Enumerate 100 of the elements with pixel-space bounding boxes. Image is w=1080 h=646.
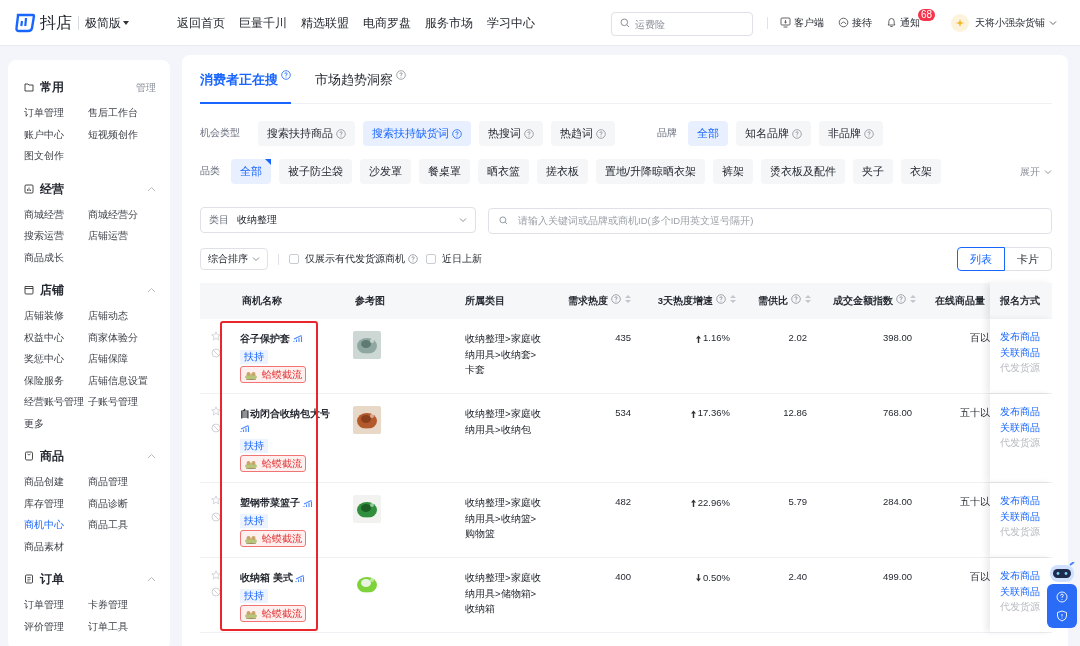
sidebar-item[interactable]: 商机中心	[24, 514, 88, 536]
opportunity-name[interactable]: 塑钢带菜篮子	[240, 497, 300, 509]
signup-link[interactable]: 关联商品	[1000, 583, 1040, 600]
sort-icon[interactable]	[805, 293, 811, 304]
sort-icon[interactable]	[730, 293, 736, 304]
sidebar-item[interactable]: 商城经营	[24, 203, 88, 225]
expand-button[interactable]: 展开	[1020, 164, 1052, 179]
opportunity-name[interactable]: 收纳箱 美式	[240, 572, 293, 584]
star-icon[interactable]	[211, 406, 221, 416]
block-icon[interactable]	[211, 423, 221, 433]
shield-icon[interactable]	[1056, 609, 1068, 622]
search-field[interactable]: 运费险	[611, 12, 753, 36]
collapse-icon[interactable]	[147, 453, 156, 459]
filter-chip[interactable]: 裤架	[713, 159, 754, 184]
collapse-icon[interactable]	[147, 576, 156, 582]
sidebar-item[interactable]: 店铺动态	[88, 305, 158, 327]
header-action[interactable]: 通知	[886, 15, 920, 30]
filter-chip[interactable]: 全部	[688, 121, 728, 146]
sidebar-item[interactable]: 短视频创作	[88, 123, 158, 145]
sort-select[interactable]: 综合排序	[200, 248, 268, 270]
sidebar-item[interactable]: 图文创作	[24, 145, 88, 167]
question-bubble-icon[interactable]	[1056, 590, 1068, 603]
sidebar-item[interactable]: 订单管理	[24, 594, 88, 616]
filter-chip[interactable]: 搜索扶持商品	[258, 121, 355, 146]
sidebar-item[interactable]: 商品工具	[88, 514, 158, 536]
nav-link[interactable]: 返回首页	[177, 13, 239, 32]
edition-dropdown[interactable]: 极简版	[85, 13, 129, 32]
filter-chip[interactable]: 非品牌	[819, 121, 883, 146]
filter-chip[interactable]: 烫衣板及配件	[761, 159, 846, 184]
signup-link[interactable]: 发布商品	[1000, 329, 1040, 345]
sidebar-item[interactable]: 店铺装修	[24, 305, 88, 327]
star-icon[interactable]	[211, 570, 221, 581]
signup-link[interactable]: 关联商品	[1000, 419, 1040, 435]
filter-chip[interactable]: 搓衣板	[537, 159, 588, 184]
sidebar-item[interactable]: 奖惩中心	[24, 348, 88, 370]
sidebar-item[interactable]: 经营账号管理	[24, 391, 88, 413]
checkbox[interactable]	[426, 254, 436, 264]
sidebar-item[interactable]: 商品诊断	[88, 492, 158, 514]
sidebar-item[interactable]: 更多	[24, 412, 88, 434]
filter-chip[interactable]: 被子防尘袋	[279, 159, 352, 184]
sidebar-item[interactable]: 商城经营分	[88, 203, 158, 225]
sidebar-item[interactable]: 库存管理	[24, 492, 88, 514]
robot-icon[interactable]	[1048, 562, 1076, 584]
sidebar-item[interactable]: 商品素材	[24, 535, 88, 557]
nav-link[interactable]: 精选联盟	[301, 13, 363, 32]
filter-chip[interactable]: 夹子	[853, 159, 894, 184]
view-toggle[interactable]: 卡片	[1004, 247, 1052, 271]
signup-link[interactable]: 关联商品	[1000, 508, 1040, 525]
sidebar-item[interactable]: 权益中心	[24, 326, 88, 348]
filter-chip[interactable]: 知名品牌	[736, 121, 811, 146]
filter-chip[interactable]: 衣架	[901, 159, 942, 184]
sort-icon[interactable]	[625, 293, 631, 304]
filter-chip[interactable]: 餐桌罩	[419, 159, 470, 184]
star-icon[interactable]	[211, 331, 221, 341]
sidebar-item[interactable]: 店铺保障	[88, 348, 158, 370]
sidebar-item[interactable]: 商品创建	[24, 471, 88, 493]
star-icon[interactable]	[211, 495, 221, 506]
filter-chip[interactable]: 晒衣篮	[478, 159, 529, 184]
sidebar-item[interactable]: 商品管理	[88, 471, 158, 493]
avatar-icon[interactable]	[951, 13, 970, 32]
manage-link[interactable]: 管理	[136, 79, 156, 95]
block-icon[interactable]	[211, 587, 221, 598]
nav-link[interactable]: 电商罗盘	[363, 13, 425, 32]
signup-link[interactable]: 发布商品	[1000, 493, 1040, 509]
sort-icon[interactable]	[910, 293, 916, 304]
sidebar-item[interactable]: 商品成长	[24, 246, 88, 268]
sidebar-item[interactable]: 订单管理	[24, 102, 88, 124]
collapse-icon[interactable]	[147, 287, 156, 293]
sidebar-item[interactable]: 卡券管理	[88, 594, 158, 616]
sidebar-item[interactable]: 账户中心	[24, 123, 88, 145]
sidebar-item[interactable]: 子账号管理	[88, 391, 158, 413]
sidebar-item[interactable]: 售后工作台	[88, 102, 158, 124]
block-icon[interactable]	[211, 512, 221, 523]
signup-link[interactable]: 关联商品	[1000, 344, 1040, 360]
filter-chip[interactable]: 搜索扶持缺货词	[363, 121, 471, 146]
header-action[interactable]: 接待	[838, 15, 872, 30]
filter-chip[interactable]: 热搜词	[479, 121, 543, 146]
tab[interactable]: 市场趋势洞察	[315, 69, 406, 104]
sidebar-item[interactable]: 商家体验分	[88, 326, 158, 348]
sidebar-item[interactable]: 店铺信息设置	[88, 369, 158, 391]
filter-chip[interactable]: 置地/升降晾晒衣架	[596, 159, 706, 184]
view-toggle[interactable]: 列表	[957, 247, 1005, 271]
nav-link[interactable]: 学习中心	[487, 13, 549, 32]
nav-link[interactable]: 服务市场	[425, 13, 487, 32]
filter-chip[interactable]: 沙发罩	[360, 159, 411, 184]
block-icon[interactable]	[211, 348, 221, 358]
sidebar-item[interactable]: 店铺运营	[88, 225, 158, 247]
sidebar-item[interactable]: 评价管理	[24, 615, 88, 637]
tab[interactable]: 消费者正在搜	[200, 69, 291, 104]
sidebar-item[interactable]: 订单工具	[88, 615, 158, 637]
signup-link[interactable]: 发布商品	[1000, 568, 1040, 584]
category-select[interactable]: 类目 收纳整理	[200, 207, 476, 233]
checkbox[interactable]	[289, 254, 299, 264]
nav-link[interactable]: 巨量千川	[239, 13, 301, 32]
keyword-search-field[interactable]: 请输入关键词或品牌或商机ID(多个ID用英文逗号隔开)	[488, 207, 1052, 234]
collapse-icon[interactable]	[147, 185, 156, 192]
filter-chip[interactable]: 热趋词	[551, 121, 615, 146]
sidebar-item[interactable]: 保险服务	[24, 369, 88, 391]
sidebar-item[interactable]: 搜索运营	[24, 225, 88, 247]
filter-chip[interactable]: 全部	[231, 159, 271, 184]
